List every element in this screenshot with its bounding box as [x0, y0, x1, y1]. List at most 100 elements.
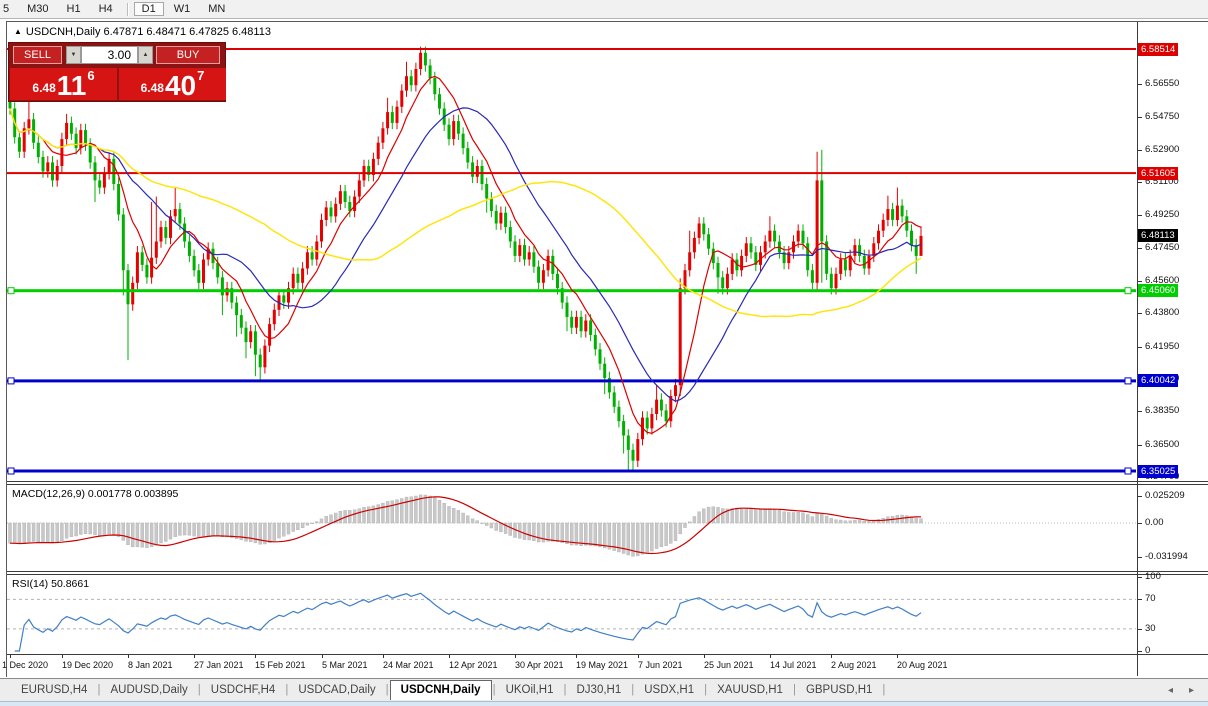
timeframe-button-5[interactable]: 5	[1, 2, 17, 16]
rsi-chart[interactable]	[7, 575, 1136, 654]
price-tick	[1138, 629, 1142, 630]
timeframe-button-H1[interactable]: H1	[59, 2, 89, 16]
chart-window: MACD(12,26,9) 0.001778 0.003895 RSI(14) …	[6, 21, 1208, 677]
tab-scroll-right-icon[interactable]: ▸	[1189, 685, 1194, 696]
price-tick	[1138, 557, 1142, 558]
price-tick	[1138, 215, 1142, 216]
symbol-tab-AUDUSD[interactable]: AUDUSD,Daily	[101, 682, 196, 698]
rsi-label: RSI(14) 50.8661	[12, 578, 89, 590]
date-label: 24 Mar 2021	[383, 660, 434, 670]
current-price-label: 6.48113	[1138, 229, 1178, 242]
status-strip	[0, 701, 1208, 706]
price-tick-label: 100	[1145, 571, 1161, 582]
sell-price-tile[interactable]: 6.48 11 6	[10, 68, 117, 100]
price-tick-label: 6.47450	[1145, 242, 1179, 253]
rsi-panel[interactable]: RSI(14) 50.8661	[7, 575, 1136, 654]
price-level-label: 6.45060	[1138, 284, 1178, 297]
price-tick-label: 6.49250	[1145, 209, 1179, 220]
tab-separator: |	[564, 684, 567, 696]
sell-price-sup: 6	[87, 68, 94, 83]
price-tick	[1138, 84, 1142, 85]
one-click-trading-panel: SELL ▼ 3.00 ▲ BUY 6.48 11 6 6.48 40 7	[8, 42, 226, 102]
price-tick-label: 0.00	[1145, 517, 1164, 528]
date-label: 8 Jan 2021	[128, 660, 173, 670]
collapse-icon[interactable]: ▲	[14, 27, 22, 36]
date-tick	[62, 655, 63, 658]
price-level-label: 6.51605	[1138, 167, 1178, 180]
price-level-label: 6.40042	[1138, 374, 1178, 387]
timeframe-button-W1[interactable]: W1	[166, 2, 199, 16]
rsi-value: 50.8661	[51, 578, 89, 590]
symbol-tab-bar: EURUSD,H4|AUDUSD,Daily|USDCHF,H4|USDCAD,…	[0, 678, 1208, 701]
price-tick	[1138, 445, 1142, 446]
price-tick-label: 6.56550	[1145, 78, 1179, 89]
price-tick	[1138, 411, 1142, 412]
timeframe-button-D1[interactable]: D1	[134, 2, 164, 16]
date-tick	[255, 655, 256, 658]
tab-separator: |	[882, 684, 885, 696]
tab-scroll-left-icon[interactable]: ◂	[1168, 685, 1173, 696]
price-tick	[1138, 496, 1142, 497]
macd-value-signal: 0.003895	[135, 488, 179, 500]
symbol-tab-XAUUSD[interactable]: XAUUSD,H1	[708, 682, 792, 698]
buy-button[interactable]: BUY	[156, 46, 220, 64]
symbol-tab-DJ30[interactable]: DJ30,H1	[568, 682, 631, 698]
sell-button[interactable]: SELL	[13, 46, 62, 64]
date-tick	[831, 655, 832, 658]
volume-input[interactable]: 3.00	[81, 46, 138, 64]
buy-price-tile[interactable]: 6.48 40 7	[119, 68, 226, 100]
sell-price-base: 6.48	[32, 81, 55, 95]
panel-separator[interactable]	[7, 481, 1208, 482]
tab-separator: |	[285, 684, 288, 696]
symbol-tab-USDCHF[interactable]: USDCHF,H4	[202, 682, 285, 698]
symbol-tab-GBPUSD[interactable]: GBPUSD,H1	[797, 682, 881, 698]
buy-price-big: 40	[165, 73, 196, 98]
date-tick	[10, 655, 11, 658]
price-tick-label: 0	[1145, 645, 1150, 656]
date-axis[interactable]: 1 Dec 202019 Dec 20208 Jan 202127 Jan 20…	[7, 655, 1137, 677]
volume-increase-button[interactable]: ▲	[138, 46, 153, 64]
price-axis[interactable]: 6.565506.547506.529006.511006.492506.474…	[1137, 22, 1208, 677]
symbol-tab-EURUSD[interactable]: EURUSD,H4	[12, 682, 96, 698]
date-label: 7 Jun 2021	[638, 660, 683, 670]
tab-separator: |	[631, 684, 634, 696]
symbol-tab-USDCAD[interactable]: USDCAD,Daily	[289, 682, 384, 698]
date-tick	[128, 655, 129, 658]
date-tick	[638, 655, 639, 658]
panel-separator[interactable]	[7, 571, 1208, 572]
date-tick	[897, 655, 898, 658]
date-label: 25 Jun 2021	[704, 660, 754, 670]
price-tick	[1138, 347, 1142, 348]
date-tick	[322, 655, 323, 658]
sell-price-big: 11	[57, 73, 87, 98]
buy-price-base: 6.48	[141, 81, 164, 95]
date-label: 27 Jan 2021	[194, 660, 244, 670]
symbol-tab-USDX[interactable]: USDX,H1	[635, 682, 703, 698]
date-label: 2 Aug 2021	[831, 660, 877, 670]
date-label: 19 Dec 2020	[62, 660, 113, 670]
date-tick	[383, 655, 384, 658]
tab-separator: |	[386, 684, 389, 696]
tab-separator: |	[493, 684, 496, 696]
date-tick	[576, 655, 577, 658]
timeframe-button-H4[interactable]: H4	[91, 2, 121, 16]
symbol-tab-USDCNH[interactable]: USDCNH,Daily	[390, 680, 492, 700]
tab-separator: |	[198, 684, 201, 696]
toolbar-separator	[127, 3, 128, 16]
price-tick	[1138, 248, 1142, 249]
buy-price-sup: 7	[197, 68, 204, 83]
price-tick-label: 6.54750	[1145, 111, 1179, 122]
macd-name: MACD(12,26,9)	[12, 488, 85, 500]
date-tick	[704, 655, 705, 658]
timeframe-button-M30[interactable]: M30	[19, 2, 56, 16]
macd-panel[interactable]: MACD(12,26,9) 0.001778 0.003895	[7, 485, 1136, 571]
timeframe-button-MN[interactable]: MN	[200, 2, 233, 16]
macd-value-main: 0.001778	[88, 488, 132, 500]
symbol-tab-UKOil[interactable]: UKOil,H1	[497, 682, 563, 698]
price-tick-label: 6.41950	[1145, 341, 1179, 352]
date-tick	[515, 655, 516, 658]
volume-decrease-button[interactable]: ▼	[66, 46, 81, 64]
macd-label: MACD(12,26,9) 0.001778 0.003895	[12, 488, 178, 500]
timeframe-toolbar: 5M30H1H4 D1W1MN	[0, 0, 1208, 19]
price-tick	[1138, 117, 1142, 118]
